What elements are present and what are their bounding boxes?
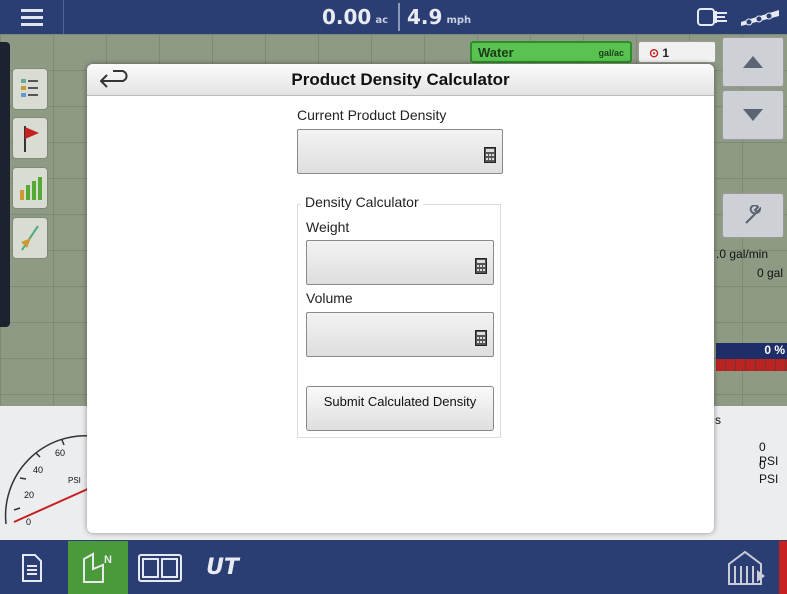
- left-dock: [0, 42, 10, 327]
- speed-value: 4.9: [407, 5, 443, 29]
- chart-icon: [20, 177, 42, 200]
- calculator-icon[interactable]: [475, 258, 487, 274]
- product-rate-bar[interactable]: Water gal/ac: [470, 41, 632, 63]
- gauge-tick-60: 60: [55, 448, 66, 458]
- area-unit: ac: [375, 15, 389, 26]
- document-icon: [22, 553, 42, 582]
- speed-unit: mph: [446, 15, 472, 26]
- weight-label: Weight: [306, 219, 350, 235]
- alert-tab[interactable]: [779, 541, 787, 594]
- progress-bar: 0 %: [716, 343, 787, 359]
- pressure-gauge: [4, 434, 93, 525]
- main-menu-button[interactable]: [0, 0, 64, 34]
- nav-universal-terminal-button[interactable]: UT: [195, 541, 250, 594]
- speed-readout[interactable]: 4.9 mph: [407, 0, 471, 34]
- guidance-button[interactable]: [12, 217, 48, 259]
- calculator-icon[interactable]: [475, 330, 487, 346]
- arrow-up-icon: [743, 56, 763, 68]
- arrow-down-icon: [743, 109, 763, 121]
- flow-total-text: 0 gal: [757, 266, 784, 280]
- settings-button[interactable]: [722, 193, 784, 238]
- implement-icon[interactable]: [739, 6, 781, 28]
- gauge-tick-0: 0: [26, 517, 32, 527]
- progress-label: 0 %: [764, 343, 785, 357]
- top-status-bar: 0.00 ac 4.9 mph: [0, 0, 787, 34]
- readout-divider: [398, 3, 400, 31]
- nav-split-screen-button[interactable]: [137, 541, 183, 594]
- group-title: Density Calculator: [301, 194, 423, 210]
- run-screen-icon: [728, 550, 765, 585]
- counter-value: 1: [662, 46, 670, 60]
- gauge-unit: PSI: [68, 476, 81, 485]
- dialog-title: Product Density Calculator: [291, 70, 510, 89]
- hamburger-menu-icon: [20, 9, 43, 26]
- calculator-icon[interactable]: [484, 147, 496, 163]
- gauge-tick-40: 40: [33, 465, 44, 475]
- submit-density-button[interactable]: Submit Calculated Density: [306, 386, 494, 431]
- target-icon: ⊙: [649, 46, 660, 60]
- target-counter[interactable]: ⊙ 1: [638, 41, 716, 63]
- volume-field[interactable]: [306, 312, 494, 357]
- density-calculator-dialog: Product Density Calculator Current Produ…: [87, 64, 714, 533]
- guidance-icon: [21, 225, 39, 251]
- nav-map-button[interactable]: N: [68, 541, 128, 594]
- display-connection-icon[interactable]: [697, 6, 731, 28]
- chart-button[interactable]: [12, 167, 48, 209]
- section-strip: [716, 359, 787, 371]
- dialog-header: Product Density Calculator: [87, 64, 714, 96]
- pressure-header: s: [715, 413, 721, 427]
- current-density-field[interactable]: [297, 129, 503, 174]
- field-map-icon: N: [83, 551, 112, 583]
- pressure-value-2: 0 PSI: [759, 458, 779, 486]
- area-value: 0.00: [322, 5, 372, 29]
- product-unit: gal/ac: [598, 48, 624, 58]
- current-density-label: Current Product Density: [297, 107, 447, 123]
- flow-rate-text: .0 gal/min: [716, 247, 769, 261]
- svg-text:N: N: [104, 554, 112, 566]
- gauge-tick-20: 20: [24, 490, 35, 500]
- flag-icon: [24, 126, 39, 152]
- rate-down-button[interactable]: [722, 90, 784, 140]
- layers-button[interactable]: [12, 68, 48, 110]
- weight-field[interactable]: [306, 240, 494, 285]
- area-readout[interactable]: 0.00 ac: [322, 0, 388, 34]
- rate-up-button[interactable]: [722, 37, 784, 87]
- ut-label: UT: [206, 555, 239, 580]
- nav-documents-button[interactable]: [0, 541, 64, 594]
- flag-button[interactable]: [12, 117, 48, 159]
- split-screen-icon: [138, 553, 182, 582]
- layers-icon: [21, 79, 38, 97]
- wrench-icon: [745, 204, 762, 224]
- volume-label: Volume: [306, 290, 353, 306]
- nav-run-screen-button[interactable]: [722, 541, 772, 594]
- product-name: Water: [478, 45, 514, 60]
